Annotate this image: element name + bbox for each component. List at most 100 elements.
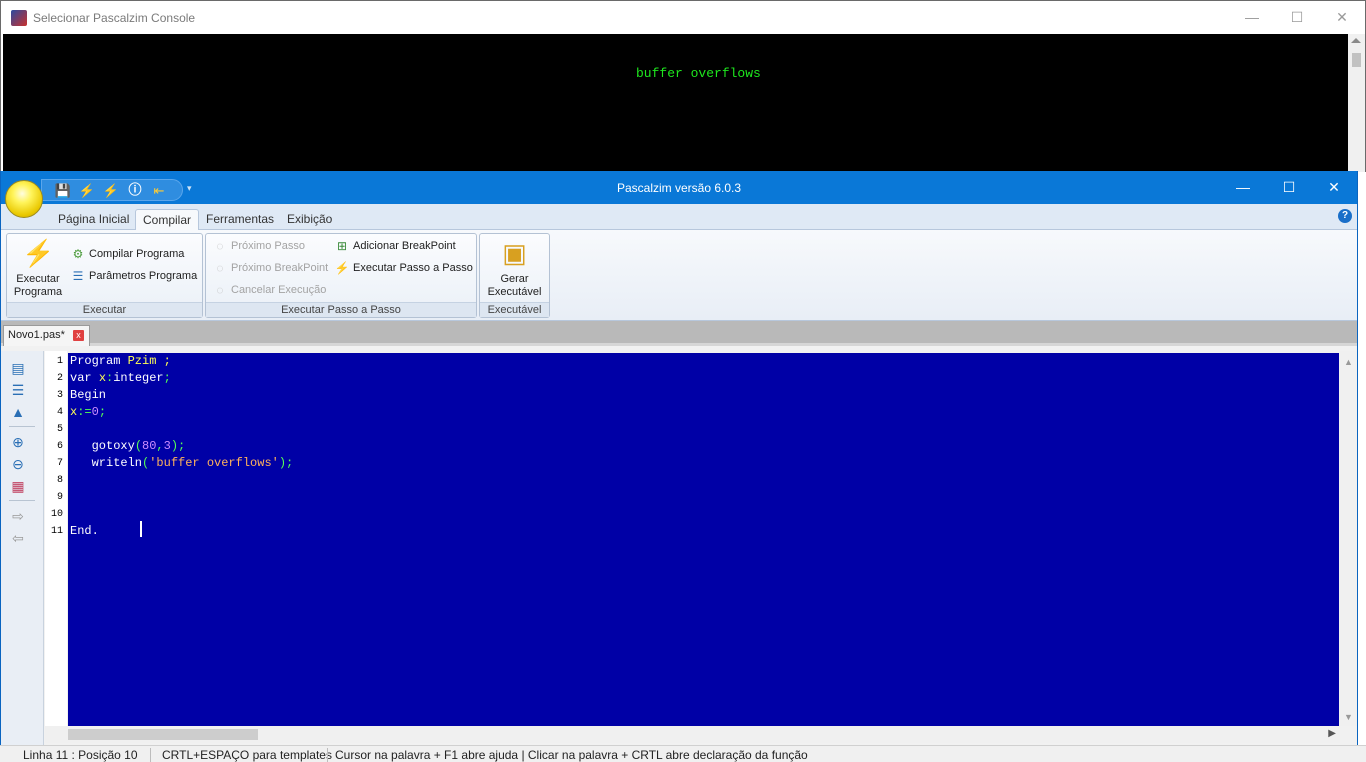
editor-vertical-scrollbar[interactable]: ▲ ▼ [1340, 351, 1357, 726]
code-line[interactable]: var x:integer; [70, 370, 171, 387]
code-token: 80 [142, 439, 157, 453]
proximo-passo-button[interactable]: ◌ Próximo Passo [212, 237, 305, 255]
help-icon[interactable]: ? [1338, 209, 1352, 223]
scroll-up-icon[interactable]: ▲ [1344, 357, 1353, 367]
code-token: , [156, 439, 164, 453]
console-maximize-button[interactable]: ☐ [1274, 1, 1320, 34]
close-icon[interactable]: x [73, 330, 84, 341]
code-line[interactable]: gotoxy(80,3); [70, 438, 186, 455]
package-icon: ▣ [502, 238, 527, 268]
toolbar-divider [9, 426, 35, 427]
status-cursor-position: Linha 11 : Posição 10 [23, 748, 138, 762]
status-help-hint: Cursor na palavra + F1 abre ajuda | Clic… [335, 748, 808, 762]
gerar-executavel-button[interactable]: ▣ Gerar Executável [484, 237, 545, 299]
lightning-icon: ⚡ [22, 238, 55, 268]
status-divider [327, 748, 328, 762]
code-token: integer [113, 371, 164, 385]
executar-programa-button[interactable]: ⚡ Executar Programa [10, 237, 66, 299]
scroll-down-icon[interactable]: ▼ [1344, 712, 1353, 722]
redo-icon[interactable]: ⇨ [9, 507, 27, 525]
main-window-title: Pascalzim versão 6.0.3 [616, 181, 742, 195]
indent-icon[interactable]: ☰ [9, 381, 27, 399]
cancel-icon: ◌ [216, 283, 224, 297]
main-title-bar[interactable]: 💾 ⚡ ⚡ ⓘ ⇤ ▾ Pascalzim versão 6.0.3 — ☐ ✕ [1, 171, 1357, 204]
group-label-executar: Executar [7, 302, 202, 317]
code-line[interactable]: Begin [70, 387, 106, 404]
executar-label-1: Executar [16, 273, 60, 285]
cancelar-execucao-button[interactable]: ◌ Cancelar Execução [212, 281, 326, 299]
console-title: Selecionar Pascalzim Console [33, 11, 196, 25]
executar-label-2: Programa [13, 286, 63, 298]
proximo-breakpoint-button[interactable]: ◌ Próximo BreakPoint [212, 259, 328, 277]
console-minimize-button[interactable]: — [1229, 1, 1275, 34]
undo-icon[interactable]: ⇦ [9, 529, 27, 547]
line-number: 4 [56, 407, 63, 418]
line-number-gutter: 1 2 3 4 5 6 7 8 9 10 11 [45, 351, 67, 726]
tab-pagina-inicial[interactable]: Página Inicial [51, 209, 136, 230]
adicionar-breakpoint-label: Adicionar BreakPoint [353, 240, 456, 252]
console-close-button[interactable]: ✕ [1319, 1, 1365, 34]
pascalzim-app-icon [11, 10, 27, 26]
console-scroll-thumb[interactable] [1352, 53, 1361, 67]
breakpoint-step-icon: ◌ [216, 261, 224, 275]
line-number: 11 [50, 526, 63, 537]
application-menu-orb[interactable] [5, 180, 43, 218]
line-number: 9 [56, 492, 63, 503]
code-editor[interactable]: Program Pzim ; var x:integer; Begin x:=0; g… [68, 353, 1339, 726]
main-close-button[interactable]: ✕ [1311, 171, 1357, 204]
line-number: 2 [56, 373, 63, 384]
ribbon-panel: ⚡ Executar Programa ⚙ Compilar Programa ☰… [1, 230, 1357, 321]
color-palette-icon[interactable]: ▦ [9, 477, 27, 495]
tab-compilar[interactable]: Compilar [135, 209, 200, 231]
step-icon: ◌ [216, 239, 224, 253]
zoom-in-icon[interactable]: ⊕ [9, 433, 27, 451]
code-token: var [70, 371, 99, 385]
executar-passo-a-passo-button[interactable]: ⚡ Executar Passo a Passo [334, 259, 473, 277]
status-bar: Linha 11 : Posição 10 CRTL+ESPAÇO para t… [0, 745, 1366, 762]
console-window: Selecionar Pascalzim Console — ☐ ✕ buffe… [0, 0, 1366, 172]
compilar-programa-button[interactable]: ⚙ Compilar Programa [70, 245, 185, 263]
code-token: writeln [70, 456, 143, 470]
scroll-right-icon[interactable]: ▶ [1328, 728, 1336, 739]
code-token: 3 [163, 439, 171, 453]
document-tab[interactable]: Novo1.pas* x [3, 325, 90, 346]
line-number: 8 [56, 475, 63, 486]
code-token: Program [70, 354, 128, 368]
main-maximize-button[interactable]: ☐ [1266, 171, 1312, 204]
code-line[interactable]: End. [70, 523, 99, 540]
editor-side-toolbar: ▤ ☰ ▲ ⊕ ⊖ ▦ ⇨ ⇦ [1, 351, 44, 746]
code-token: := [77, 405, 92, 419]
editor-horizontal-scrollbar[interactable]: ▶ [45, 726, 1340, 743]
line-number: 7 [56, 458, 63, 469]
adicionar-breakpoint-button[interactable]: ⊞ Adicionar BreakPoint [334, 237, 456, 255]
code-token: gotoxy [70, 439, 135, 453]
tree-icon[interactable]: ▲ [9, 403, 27, 421]
main-minimize-button[interactable]: — [1220, 171, 1266, 204]
scroll-up-icon[interactable] [1351, 38, 1361, 43]
group-label-passo: Executar Passo a Passo [206, 302, 476, 317]
code-line[interactable]: writeln('buffer overflows'); [70, 455, 294, 472]
tab-ferramentas[interactable]: Ferramentas [199, 209, 281, 230]
status-divider [150, 748, 151, 762]
new-page-icon[interactable]: ▤ [9, 359, 27, 377]
zoom-out-icon[interactable]: ⊖ [9, 455, 27, 473]
console-title-bar[interactable]: Selecionar Pascalzim Console — ☐ ✕ [1, 1, 1365, 34]
ribbon-tab-row: Página Inicial Compilar Ferramentas Exib… [1, 204, 1357, 231]
tab-exibicao[interactable]: Exibição [280, 209, 339, 230]
line-number: 10 [50, 509, 63, 520]
code-line[interactable]: x:=0; [70, 404, 106, 421]
code-token: End. [70, 524, 99, 538]
horizontal-scroll-thumb[interactable] [68, 729, 258, 740]
proximo-breakpoint-label: Próximo BreakPoint [231, 262, 329, 274]
cancelar-execucao-label: Cancelar Execução [231, 284, 327, 296]
code-token: ; [98, 405, 107, 419]
code-token: ; [156, 354, 171, 368]
gear-icon: ⚙ [72, 247, 84, 261]
parametros-programa-button[interactable]: ☰ Parâmetros Programa [70, 267, 198, 285]
code-token: 0 [91, 405, 99, 419]
console-scrollbar[interactable] [1348, 34, 1365, 172]
compilar-programa-label: Compilar Programa [89, 248, 185, 260]
code-line[interactable]: Program Pzim ; [70, 353, 171, 370]
code-token: ( [134, 439, 143, 453]
code-token: x [98, 371, 107, 385]
